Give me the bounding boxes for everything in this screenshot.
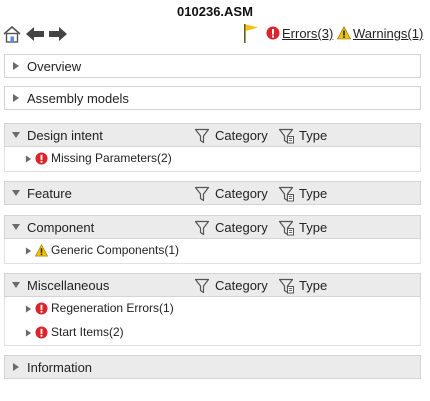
expand-arrow-icon[interactable] xyxy=(25,329,32,337)
category-filter-icon[interactable] xyxy=(194,278,210,294)
warnings-link[interactable]: Warnings(1) xyxy=(353,26,423,41)
warning-icon xyxy=(337,26,351,40)
expand-arrow-icon[interactable] xyxy=(12,62,20,70)
type-filter[interactable]: Type xyxy=(299,278,327,293)
section-assembly-models: Assembly models xyxy=(4,86,421,110)
collapse-arrow-icon[interactable] xyxy=(12,189,20,197)
category-filter-icon[interactable] xyxy=(194,186,210,202)
warning-icon xyxy=(35,244,48,257)
list-item-label: Start Items(2) xyxy=(51,325,124,339)
error-icon xyxy=(35,326,48,339)
expand-arrow-icon[interactable] xyxy=(25,305,32,313)
list-item[interactable]: Regeneration Errors(1) xyxy=(5,297,420,321)
list-item-label: Generic Components(1) xyxy=(51,243,180,257)
section-feature: Feature Category Type xyxy=(4,181,421,205)
section-miscellaneous-body: Regeneration Errors(1) Start Items(2) xyxy=(4,297,421,346)
expand-arrow-icon[interactable] xyxy=(12,94,20,102)
list-item[interactable]: Start Items(2) xyxy=(5,321,420,345)
section-label: Miscellaneous xyxy=(27,278,110,293)
back-arrow-icon[interactable] xyxy=(25,24,45,44)
section-information: Information xyxy=(4,355,421,379)
section-label: Information xyxy=(27,360,93,375)
section-design-intent: Design intent Category Type Missing Para… xyxy=(4,123,421,172)
section-information-header[interactable]: Information xyxy=(4,355,421,379)
section-component-header[interactable]: Component Category Type xyxy=(4,215,421,239)
section-label: Feature xyxy=(27,186,72,201)
collapse-arrow-icon[interactable] xyxy=(12,223,20,231)
category-filter[interactable]: Category xyxy=(215,128,268,143)
collapse-arrow-icon[interactable] xyxy=(12,131,20,139)
type-filter[interactable]: Type xyxy=(299,220,327,235)
expand-arrow-icon[interactable] xyxy=(25,155,32,163)
section-component-body: Generic Components(1) xyxy=(4,239,421,264)
flag-icon[interactable] xyxy=(243,23,259,43)
category-filter[interactable]: Category xyxy=(215,186,268,201)
section-assembly-models-header[interactable]: Assembly models xyxy=(4,86,421,110)
list-item[interactable]: Missing Parameters(2) xyxy=(5,147,420,171)
section-design-intent-header[interactable]: Design intent Category Type xyxy=(4,123,421,147)
section-label: Component xyxy=(27,220,95,235)
error-icon xyxy=(35,152,48,165)
page-title: 010236.ASM xyxy=(177,4,253,19)
category-filter[interactable]: Category xyxy=(215,278,268,293)
home-icon[interactable] xyxy=(2,24,22,44)
list-item-label: Missing Parameters(2) xyxy=(51,151,172,165)
section-feature-header[interactable]: Feature Category Type xyxy=(4,181,421,205)
type-filter[interactable]: Type xyxy=(299,186,327,201)
section-component: Component Category Type Generic Componen… xyxy=(4,215,421,264)
type-filter[interactable]: Type xyxy=(299,128,327,143)
errors-link[interactable]: Errors(3) xyxy=(282,26,333,41)
category-filter-icon[interactable] xyxy=(194,128,210,144)
expand-arrow-icon[interactable] xyxy=(25,247,32,255)
section-miscellaneous-header[interactable]: Miscellaneous Category Type xyxy=(4,273,421,297)
error-icon xyxy=(35,302,48,315)
section-label: Assembly models xyxy=(27,91,129,106)
collapse-arrow-icon[interactable] xyxy=(12,281,20,289)
section-label: Overview xyxy=(27,59,82,74)
toolbar: Errors(3) Warnings(1) xyxy=(0,22,430,46)
section-design-intent-body: Missing Parameters(2) xyxy=(4,147,421,172)
section-overview-header[interactable]: Overview xyxy=(4,54,421,78)
category-filter-icon[interactable] xyxy=(194,220,210,236)
list-item[interactable]: Generic Components(1) xyxy=(5,239,420,263)
section-label: Design intent xyxy=(27,128,103,143)
type-filter-icon[interactable] xyxy=(278,278,294,294)
type-filter-icon[interactable] xyxy=(278,220,294,236)
type-filter-icon[interactable] xyxy=(278,186,294,202)
category-filter[interactable]: Category xyxy=(215,220,268,235)
section-overview: Overview xyxy=(4,54,421,78)
forward-arrow-icon[interactable] xyxy=(48,24,68,44)
section-miscellaneous: Miscellaneous Category Type Regeneration… xyxy=(4,273,421,346)
error-icon xyxy=(266,26,280,40)
expand-arrow-icon[interactable] xyxy=(12,363,20,371)
type-filter-icon[interactable] xyxy=(278,128,294,144)
list-item-label: Regeneration Errors(1) xyxy=(51,301,174,315)
